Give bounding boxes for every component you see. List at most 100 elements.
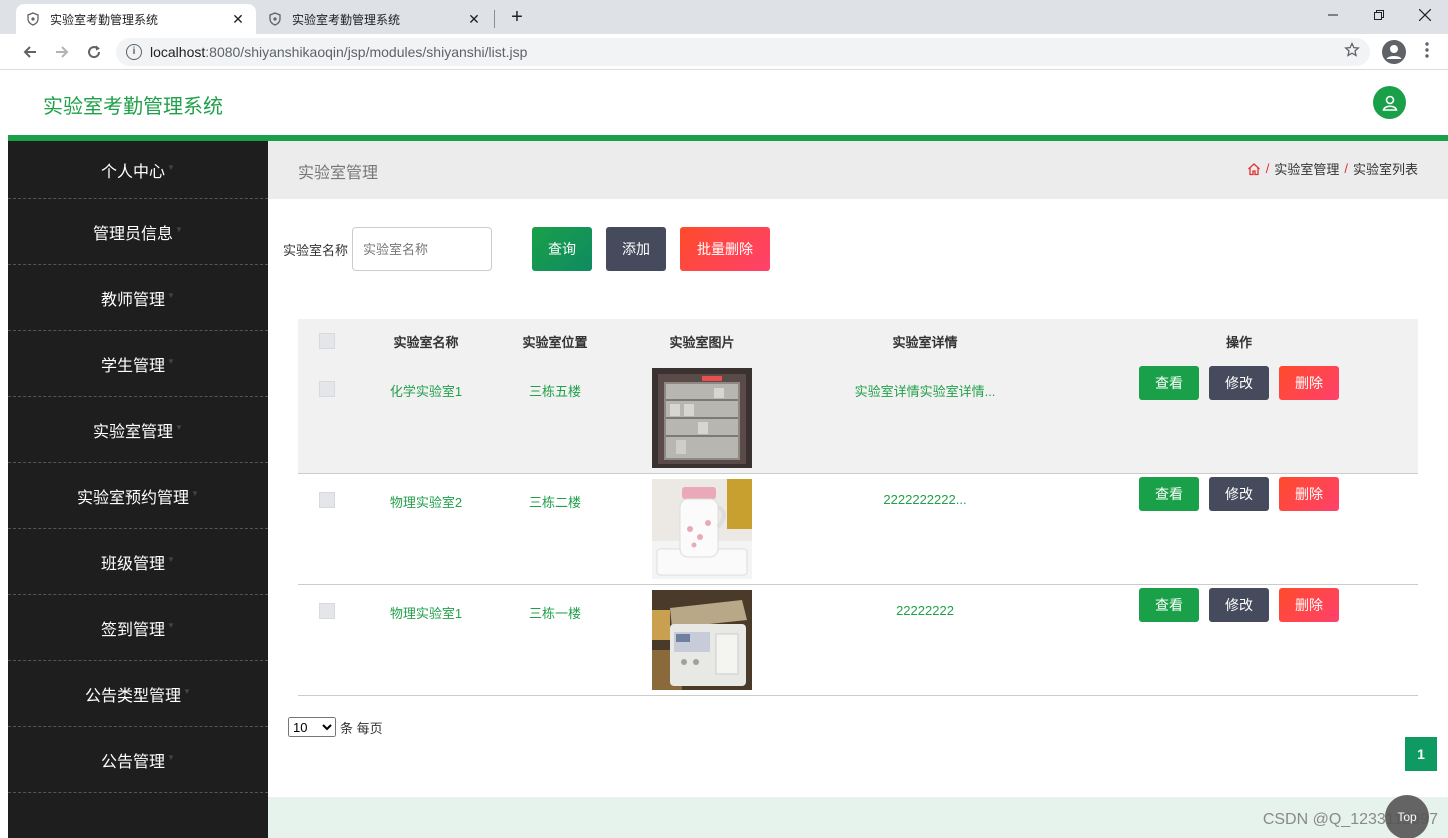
delete-button[interactable]: 删除 xyxy=(1279,588,1339,622)
sidebar-item-notices[interactable]: 公告管理 ▼ xyxy=(8,727,268,793)
chevron-down-icon: ▼ xyxy=(183,687,191,696)
sidebar-item-label: 班级管理 xyxy=(101,555,166,573)
user-icon xyxy=(1382,95,1397,111)
close-tab-icon[interactable]: ✕ xyxy=(466,11,482,27)
breadmaker-photo xyxy=(652,590,752,690)
bookmark-star-icon[interactable] xyxy=(1344,41,1360,63)
delete-button[interactable]: 删除 xyxy=(1279,366,1339,400)
app-title: 实验室考勤管理系统 xyxy=(43,96,223,118)
column-header: 实验室位置 xyxy=(522,334,588,350)
chevron-down-icon: ▼ xyxy=(191,489,199,498)
browser-menu-icon[interactable] xyxy=(1420,42,1434,62)
row-checkbox[interactable] xyxy=(319,492,335,508)
column-header: 操作 xyxy=(1225,334,1252,350)
user-account-button[interactable] xyxy=(1373,86,1406,119)
breadcrumb-item[interactable]: 实验室管理 xyxy=(1274,159,1339,178)
sidebar-item-teachers[interactable]: 教师管理 ▼ xyxy=(8,265,268,331)
back-icon[interactable] xyxy=(16,38,44,66)
row-checkbox[interactable] xyxy=(319,603,335,619)
sidebar-item-admin-info[interactable]: 管理员信息 ▼ xyxy=(8,199,268,265)
home-icon[interactable] xyxy=(1247,162,1261,176)
minimize-button[interactable] xyxy=(1310,0,1356,30)
kettle-photo xyxy=(652,479,752,579)
chevron-down-icon: ▼ xyxy=(167,291,175,300)
close-window-button[interactable] xyxy=(1402,0,1448,30)
chevron-down-icon: ▼ xyxy=(175,225,183,234)
chevron-down-icon: ▼ xyxy=(167,621,175,630)
lab-name: 化学实验室1 xyxy=(389,384,463,399)
edit-button[interactable]: 修改 xyxy=(1209,588,1269,622)
search-label: 实验室名称 xyxy=(283,242,349,258)
page-number-button[interactable]: 1 xyxy=(1405,737,1437,771)
table-row: 物理实验室1 三栋一楼 22222222 查看 修改 删除 xyxy=(298,585,1418,696)
pagination-size: 10 条 每页 xyxy=(288,717,383,737)
close-tab-icon[interactable]: ✕ xyxy=(230,11,246,27)
lab-detail: 2222222222... xyxy=(883,492,967,507)
chevron-down-icon: ▼ xyxy=(167,753,175,762)
page-size-select[interactable]: 10 xyxy=(288,717,336,737)
tab-title: 实验室考勤管理系统 xyxy=(50,12,159,27)
view-button[interactable]: 查看 xyxy=(1139,588,1199,622)
tab-separator xyxy=(494,10,495,28)
address-bar: i localhost:8080/shiyanshikaoqin/jsp/mod… xyxy=(0,34,1448,70)
browser-tab-bar: 实验室考勤管理系统 ✕ 实验室考勤管理系统 ✕ + xyxy=(0,0,1448,34)
query-button[interactable]: 查询 xyxy=(532,227,592,271)
search-form: 实验室名称 xyxy=(283,227,493,271)
breadcrumb-item: 实验室列表 xyxy=(1352,162,1418,177)
page-size-suffix: 条 每页 xyxy=(340,720,383,736)
new-tab-button[interactable]: + xyxy=(506,6,528,28)
lab-detail: 22222222 xyxy=(896,603,954,618)
restore-button[interactable] xyxy=(1356,0,1402,30)
sidebar-item-label: 公告管理 xyxy=(101,753,166,771)
url-host: localhost xyxy=(150,44,206,60)
lab-table: 实验室名称 实验室位置 实验室图片 实验室详情 操作 化学实验室1 三栋五楼 实… xyxy=(298,319,1418,696)
lab-location: 三栋二楼 xyxy=(528,495,581,510)
view-button[interactable]: 查看 xyxy=(1139,477,1199,511)
sidebar-item-signin[interactable]: 签到管理 ▼ xyxy=(8,595,268,661)
profile-icon[interactable] xyxy=(1382,40,1406,64)
sidebar-item-classes[interactable]: 班级管理 ▼ xyxy=(8,529,268,595)
column-header: 实验室图片 xyxy=(669,334,735,350)
info-icon[interactable]: i xyxy=(126,44,142,60)
edit-button[interactable]: 修改 xyxy=(1209,366,1269,400)
sidebar-item-label: 教师管理 xyxy=(101,291,166,309)
chevron-down-icon: ▼ xyxy=(167,163,175,172)
breadcrumb-separator: / xyxy=(1344,161,1348,176)
lab-location: 三栋五楼 xyxy=(528,384,581,399)
breadcrumb: / 实验室管理 / 实验室列表 xyxy=(1247,159,1418,178)
view-button[interactable]: 查看 xyxy=(1139,366,1199,400)
add-button[interactable]: 添加 xyxy=(606,227,666,271)
sidebar-item-labs[interactable]: 实验室管理 ▼ xyxy=(8,397,268,463)
lab-name-search-input[interactable] xyxy=(352,227,493,271)
sidebar-item-label: 公告类型管理 xyxy=(85,687,182,705)
reload-icon[interactable] xyxy=(80,38,108,66)
main-content: 实验室管理 / 实验室管理 / 实验室列表 实验室名称 查询 添加 批量删除 实… xyxy=(268,141,1448,838)
page-title: 实验室管理 xyxy=(298,165,379,182)
table-row: 化学实验室1 三栋五楼 实验室详情实验室详情... 查看 修改 删除 xyxy=(298,363,1418,474)
lab-name: 物理实验室2 xyxy=(389,495,463,510)
select-all-checkbox[interactable] xyxy=(319,333,335,349)
forward-icon[interactable] xyxy=(48,38,76,66)
sidebar-item-notice-types[interactable]: 公告类型管理 ▼ xyxy=(8,661,268,727)
edit-button[interactable]: 修改 xyxy=(1209,477,1269,511)
page-header-bar: 实验室管理 / 实验室管理 / 实验室列表 xyxy=(268,141,1448,199)
url-input[interactable]: i localhost:8080/shiyanshikaoqin/jsp/mod… xyxy=(116,38,1370,66)
sidebar-item-label: 管理员信息 xyxy=(93,225,174,243)
sidebar: 个人中心 ▼ 管理员信息 ▼ 教师管理 ▼ 学生管理 ▼ 实验室管理 ▼ 实验室预约管理 ▼… xyxy=(8,141,268,838)
sidebar-item-label: 实验室管理 xyxy=(93,423,174,441)
breadcrumb-separator: / xyxy=(1265,161,1270,176)
sidebar-item-personal-center[interactable]: 个人中心 ▼ xyxy=(8,141,268,199)
sidebar-item-students[interactable]: 学生管理 ▼ xyxy=(8,331,268,397)
sidebar-item-label: 签到管理 xyxy=(101,621,166,639)
sidebar-item-label: 个人中心 xyxy=(101,163,166,181)
browser-tab-inactive[interactable]: 实验室考勤管理系统 ✕ xyxy=(258,4,492,34)
batch-delete-button[interactable]: 批量删除 xyxy=(680,227,770,271)
sidebar-item-lab-booking[interactable]: 实验室预约管理 ▼ xyxy=(8,463,268,529)
delete-button[interactable]: 删除 xyxy=(1279,477,1339,511)
chevron-down-icon: ▼ xyxy=(167,357,175,366)
lab-detail: 实验室详情实验室详情... xyxy=(854,384,996,399)
row-checkbox[interactable] xyxy=(319,381,335,397)
back-to-top-button[interactable]: Top xyxy=(1385,795,1429,838)
lab-name: 物理实验室1 xyxy=(389,606,463,621)
browser-tab-active[interactable]: 实验室考勤管理系统 ✕ xyxy=(16,4,256,34)
